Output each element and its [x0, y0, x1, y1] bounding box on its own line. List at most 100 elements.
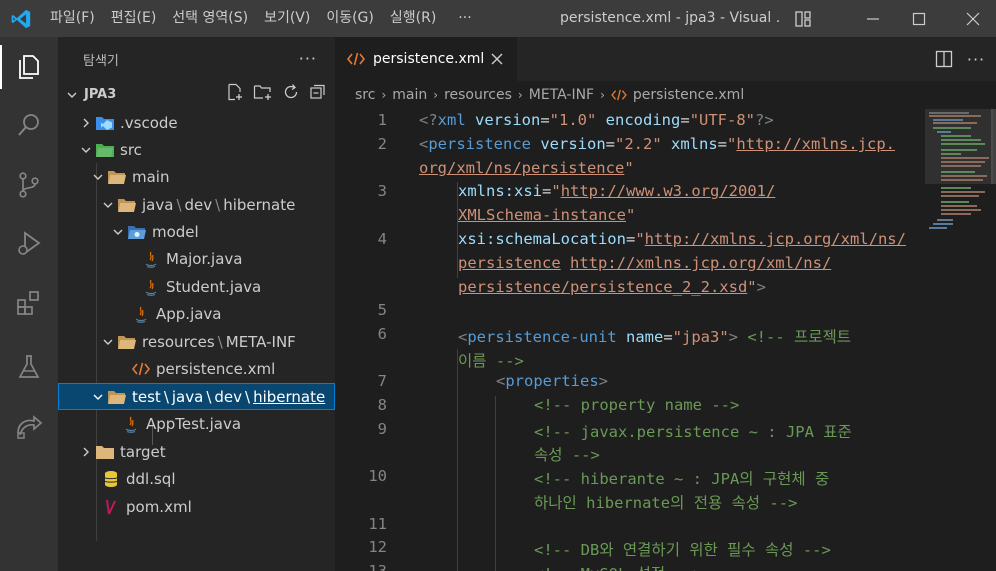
tree-item-vscode[interactable]: .vscode	[58, 109, 335, 136]
tree-item-label: pom.xml	[126, 497, 192, 516]
tree-item-apptest-java[interactable]: AppTest.java	[58, 410, 335, 437]
path-separator: \	[245, 387, 251, 406]
code-link[interactable]: persistence	[458, 254, 561, 272]
tab-label: persistence.xml	[373, 51, 485, 67]
code-token: =	[717, 135, 728, 153]
breadcrumb-item[interactable]: main	[392, 87, 427, 103]
tree-item-pom-xml[interactable]: pom.xml	[58, 493, 335, 520]
activity-bar	[0, 37, 58, 571]
folder-open-icon	[106, 383, 128, 410]
code-token: "	[635, 230, 645, 248]
new-folder-icon[interactable]	[253, 83, 273, 105]
window-title: persistence.xml - jpa3 - Visual ...	[560, 10, 780, 26]
menu-selection[interactable]: 선택 영역(S)	[164, 0, 256, 37]
code-token: xmlns:xsi	[458, 182, 542, 200]
code-line-wrap: 속성 -->	[534, 446, 600, 464]
tree-item-persistence-xml[interactable]: persistence.xml	[58, 355, 335, 382]
menu-go[interactable]: 이동(G)	[318, 0, 382, 37]
tree-item-major-java[interactable]: Major.java	[58, 245, 335, 272]
line-number: 7	[377, 372, 387, 390]
code-link[interactable]: http://xmlns.jcp.	[736, 135, 895, 153]
code-link[interactable]: XMLSchema-instance	[458, 206, 626, 224]
minimap-line	[941, 161, 985, 163]
search-icon[interactable]	[0, 99, 58, 151]
code-editor[interactable]: 1 2 3 4 5 6 7 8 9 10 11 12 13 <?xml vers…	[335, 109, 925, 571]
code-link[interactable]: http://xmlns.jcp.org/xml/ns/	[570, 254, 831, 272]
tree-item-main[interactable]: main	[58, 163, 335, 190]
code-line-wrap: 이름 -->	[458, 349, 524, 371]
tree-item-label: model	[152, 222, 199, 241]
breadcrumb-item[interactable]: src	[355, 87, 375, 103]
tree-item-test-package[interactable]: test \ java \ dev \ hibernate	[58, 383, 335, 410]
chevron-right-icon: ›	[433, 88, 439, 102]
chevron-right-icon	[78, 109, 94, 136]
title-bar: 파일(F) 편집(E) 선택 영역(S) 보기(V) 이동(G) 실행(R) ·…	[0, 0, 996, 37]
tree-item-java-package[interactable]: java \ dev \ hibernate	[58, 191, 335, 218]
minimap[interactable]	[925, 109, 993, 571]
minimap-line	[941, 213, 971, 215]
vscode-folder-icon	[94, 109, 116, 136]
indent-guide	[457, 349, 458, 571]
code-line: <!-- property name -->	[534, 396, 740, 414]
code-line-wrap: persistence/persistence_2_2.xsd">	[458, 278, 766, 296]
breadcrumb-item[interactable]: resources	[444, 87, 512, 103]
refresh-icon[interactable]	[282, 83, 300, 105]
collapse-all-icon[interactable]	[309, 83, 327, 105]
new-file-icon[interactable]	[226, 83, 244, 105]
database-file-icon	[100, 465, 122, 492]
split-editor-icon[interactable]	[933, 48, 955, 70]
code-token: version	[465, 111, 541, 129]
chevron-down-icon	[64, 81, 80, 108]
menu-more[interactable]: ···	[450, 0, 479, 37]
menu-edit[interactable]: 편집(E)	[103, 0, 165, 37]
code-link[interactable]: http://www.w3.org/2001/	[561, 182, 776, 200]
scrollbar-thumb[interactable]	[991, 109, 996, 184]
close-tab-icon[interactable]	[487, 49, 507, 69]
tree-item-src[interactable]: src	[58, 136, 335, 163]
breadcrumb-item[interactable]: persistence.xml	[633, 87, 744, 103]
code-token: >	[756, 278, 766, 296]
menu-file[interactable]: 파일(F)	[42, 0, 103, 37]
line-number: 5	[377, 301, 387, 319]
remote-explorer-icon[interactable]	[0, 401, 58, 453]
minimap-line	[929, 115, 981, 117]
explorer-header: 탐색기 ···	[58, 37, 335, 81]
minimap-line	[941, 209, 981, 211]
tree-item-model[interactable]: model	[58, 218, 335, 245]
source-control-icon[interactable]	[0, 159, 58, 211]
code-token: =	[540, 111, 550, 129]
minimap-line	[941, 171, 975, 173]
close-window-button[interactable]	[950, 0, 996, 37]
breadcrumb-item[interactable]: META-INF	[529, 87, 594, 103]
tree-item-student-java[interactable]: Student.java	[58, 273, 335, 300]
code-link[interactable]: persistence/persistence_2_2.xsd	[458, 278, 747, 296]
code-link[interactable]: org/xml/ns/persistence	[419, 159, 624, 177]
explorer-icon[interactable]	[0, 41, 58, 93]
maximize-button[interactable]	[896, 0, 942, 37]
tree-item-resources[interactable]: resources \ META-INF	[58, 328, 335, 355]
run-debug-icon[interactable]	[0, 217, 58, 269]
menu-run[interactable]: 실행(R)	[382, 0, 444, 37]
code-token: <	[496, 372, 506, 390]
tree-item-target[interactable]: target	[58, 438, 335, 465]
tree-item-ddl-sql[interactable]: ddl.sql	[58, 465, 335, 492]
layout-icon[interactable]	[780, 0, 826, 37]
minimize-button[interactable]	[850, 0, 896, 37]
tab-persistence-xml[interactable]: persistence.xml	[335, 37, 517, 81]
menu-view[interactable]: 보기(V)	[256, 0, 318, 37]
line-number: 6	[377, 325, 387, 343]
tree-item-app-java[interactable]: App.java	[58, 300, 335, 327]
testing-flask-icon[interactable]	[0, 341, 58, 393]
chevron-down-icon	[90, 163, 106, 190]
extensions-icon[interactable]	[0, 277, 58, 329]
code-token: xml	[437, 111, 466, 129]
explorer-more-button[interactable]: ···	[299, 49, 317, 68]
tree-item-label: .vscode	[120, 113, 178, 132]
code-link[interactable]: http://xmlns.jcp.org/xml/ns/	[645, 230, 906, 248]
folder-open-icon	[106, 163, 128, 190]
project-section-header[interactable]: JPA3	[58, 81, 335, 108]
more-actions-icon[interactable]: ···	[965, 48, 987, 70]
line-number: 1	[377, 111, 387, 129]
path-separator: \	[217, 332, 223, 351]
code-token: "1.0"	[549, 111, 597, 129]
